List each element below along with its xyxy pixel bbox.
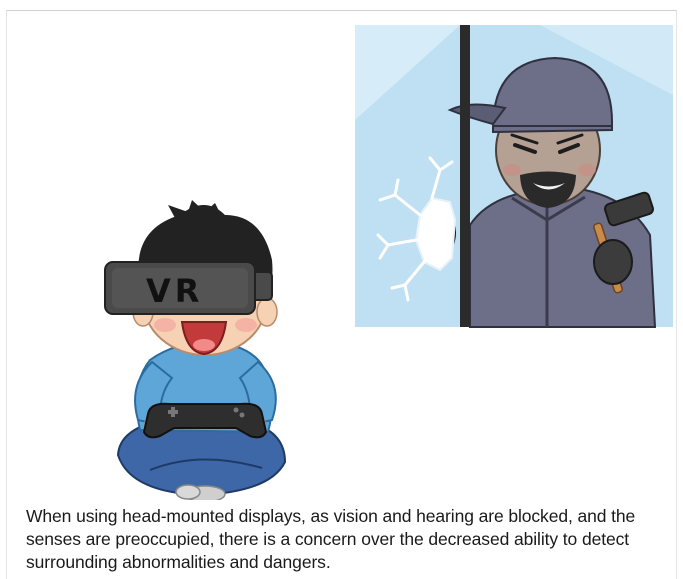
boy-hair-tuft	[168, 200, 222, 218]
boy-cheek	[154, 318, 176, 332]
intruder-cheek	[503, 164, 521, 176]
vr-danger-illustration: VR	[104, 25, 673, 500]
boy-cheek	[235, 318, 257, 332]
boy-ear	[256, 297, 278, 327]
boy-tongue	[193, 339, 215, 351]
boy-foot	[175, 484, 201, 500]
window-intruder-scene	[355, 25, 673, 328]
caption-text: When using head-mounted displays, as vis…	[26, 506, 636, 572]
intruder-cheek	[578, 164, 596, 176]
vr-headset: VR	[104, 261, 273, 315]
window-frame-bar	[460, 25, 470, 327]
intruder-glove-right	[593, 239, 633, 285]
vr-headset-label: VR	[146, 272, 203, 310]
vr-boy: VR	[104, 200, 287, 500]
